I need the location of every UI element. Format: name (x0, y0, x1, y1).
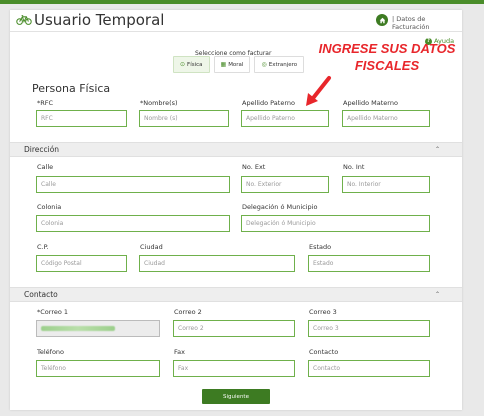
colonia-input[interactable]: Colonia (36, 215, 230, 232)
direccion-section-header[interactable]: Dirección ⌃ (10, 142, 462, 157)
ciudad-input[interactable]: Ciudad (139, 255, 295, 272)
top-accent-bar (0, 0, 484, 4)
no-int-label: No. Int (343, 163, 365, 171)
tab-moral-label: Moral (228, 61, 244, 68)
fax-label: Fax (174, 348, 185, 356)
correo1-input[interactable] (36, 320, 160, 337)
rfc-label: *RFC (37, 99, 54, 107)
home-icon[interactable] (376, 14, 388, 26)
calle-input[interactable]: Calle (36, 176, 230, 193)
page-header: Usuario Temporal | Datos de Facturación (10, 10, 462, 32)
red-arrow-icon (306, 76, 331, 106)
calle-label: Calle (37, 163, 54, 171)
colonia-label: Colonia (37, 203, 62, 211)
nombre-input[interactable]: Nombre (s) (139, 110, 229, 127)
estado-label: Estado (309, 243, 332, 251)
direccion-title: Dirección (24, 145, 60, 154)
siguiente-button[interactable]: Siguiente (202, 389, 270, 404)
apellido-paterno-input[interactable]: Apellido Paterno (241, 110, 329, 127)
globe-icon: ◎ (261, 61, 267, 68)
fiscal-data-annotation: INGRESE SUS DATOS FISCALES (312, 40, 462, 74)
page-title: Usuario Temporal (34, 11, 165, 29)
estado-input[interactable]: Estado (308, 255, 430, 272)
annotation-line1: INGRESE SUS DATOS (318, 41, 456, 56)
ciudad-label: Ciudad (140, 243, 163, 251)
telefono-input[interactable]: Teléfono (36, 360, 160, 377)
redacted-email (41, 326, 115, 331)
no-ext-input[interactable]: No. Exterior (241, 176, 329, 193)
tab-fisica[interactable]: ⊙ Física (173, 56, 210, 73)
no-ext-label: No. Ext (242, 163, 266, 171)
fax-input[interactable]: Fax (173, 360, 295, 377)
bicycle-icon (16, 15, 32, 25)
chevron-up-icon[interactable]: ⌃ (435, 291, 440, 298)
cp-label: C.P. (37, 243, 49, 251)
tab-extranjero[interactable]: ◎ Extranjero (254, 56, 305, 73)
correo2-input[interactable]: Correo 2 (173, 320, 295, 337)
contacto-section-header[interactable]: Contacto ⌃ (10, 287, 462, 302)
brand: Usuario Temporal (16, 11, 164, 29)
apellido-paterno-label: Apellido Paterno (242, 99, 295, 107)
municipio-input[interactable]: Delegación ó Municipio (241, 215, 430, 232)
contacto-input[interactable]: Contacto (308, 360, 430, 377)
correo3-label: Correo 3 (309, 308, 337, 316)
tab-fisica-label: Física (187, 61, 203, 68)
no-int-input[interactable]: No. Interior (342, 176, 430, 193)
rfc-input[interactable]: RFC (36, 110, 127, 127)
contacto-label: Contacto (309, 348, 339, 356)
chevron-up-icon[interactable]: ⌃ (435, 146, 440, 153)
tab-moral[interactable]: ▦ Moral (213, 56, 251, 73)
nombre-label: *Nombre(s) (140, 99, 178, 107)
circle-icon: ⊙ (180, 61, 186, 68)
cp-input[interactable]: Código Postal (36, 255, 127, 272)
apellido-materno-input[interactable]: Apellido Materno (342, 110, 430, 127)
tab-extranjero-label: Extranjero (268, 61, 298, 68)
contacto-title: Contacto (24, 290, 58, 299)
building-icon: ▦ (220, 61, 227, 68)
annotation-line2: FISCALES (354, 58, 420, 73)
correo2-label: Correo 2 (174, 308, 202, 316)
telefono-label: Teléfono (37, 348, 65, 356)
correo3-input[interactable]: Correo 3 (308, 320, 430, 337)
breadcrumb[interactable]: | Datos de Facturación (392, 15, 462, 31)
billing-type-tabs: ⊙ Física ▦ Moral ◎ Extranjero (173, 56, 305, 73)
persona-section-title: Persona Física (32, 82, 111, 95)
apellido-materno-label: Apellido Materno (343, 99, 398, 107)
municipio-label: Delegación ó Municipio (242, 203, 318, 211)
correo1-label: *Correo 1 (37, 308, 69, 316)
